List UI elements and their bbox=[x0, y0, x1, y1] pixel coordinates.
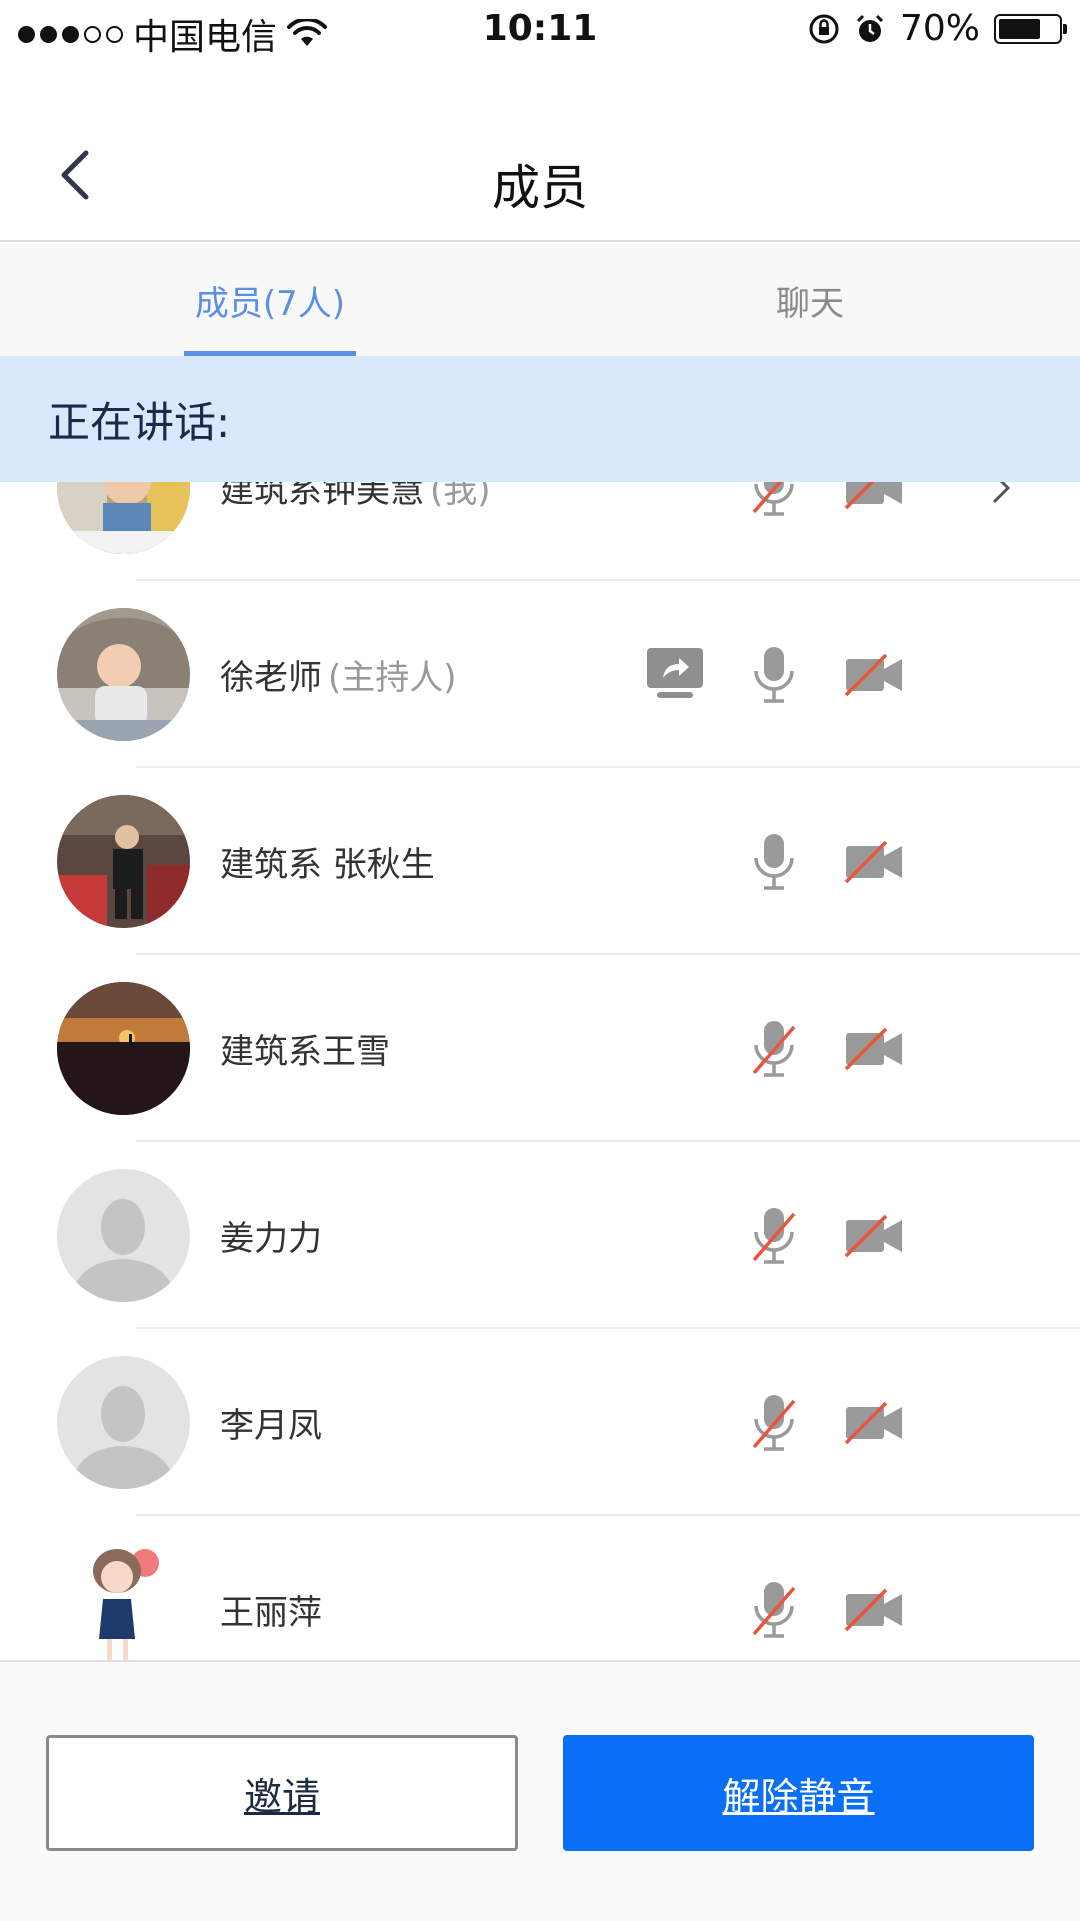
member-name-text: 徐老师 bbox=[220, 658, 322, 698]
camera-off-icon[interactable] bbox=[842, 472, 906, 581]
mic-icon[interactable] bbox=[746, 768, 802, 955]
orientation-lock-icon bbox=[809, 14, 839, 43]
mic-muted-icon[interactable] bbox=[746, 472, 802, 581]
member-name: 建筑系王雪 bbox=[220, 955, 396, 1142]
member-name-text: 建筑系 张秋生 bbox=[220, 845, 435, 885]
speaking-banner: 正在讲话: bbox=[0, 356, 1080, 482]
status-right: 70% bbox=[808, 8, 1067, 49]
alarm-icon bbox=[856, 14, 884, 42]
chevron-right-icon[interactable] bbox=[986, 472, 1016, 581]
camera-off-icon[interactable] bbox=[842, 1142, 906, 1329]
member-name: 建筑系 张秋生 bbox=[220, 768, 441, 955]
tab-members[interactable]: 成员(7人) bbox=[0, 244, 540, 356]
member-name: 李月凤 bbox=[220, 1329, 328, 1516]
bottom-action-bar: 邀请 解除静音 bbox=[0, 1660, 1080, 1921]
member-row[interactable]: 建筑系钟美慧 (我) bbox=[0, 472, 1080, 581]
navigation-bar: 成员 bbox=[0, 60, 1080, 242]
avatar bbox=[57, 608, 190, 741]
mic-muted-icon[interactable] bbox=[746, 1142, 802, 1329]
member-name: 姜力力 bbox=[220, 1142, 328, 1329]
tab-chat[interactable]: 聊天 bbox=[540, 244, 1080, 356]
member-list[interactable]: 建筑系钟美慧 (我) 徐老师 (主持人) 建筑系 张秋生 建筑系王雪 姜力力 李… bbox=[0, 472, 1080, 1660]
member-row[interactable]: 姜力力 bbox=[0, 1142, 1080, 1329]
battery-percent: 70% bbox=[899, 8, 980, 49]
member-row[interactable]: 建筑系 张秋生 bbox=[0, 768, 1080, 955]
member-name: 王丽萍 bbox=[220, 1516, 328, 1660]
page-title: 成员 bbox=[491, 160, 588, 216]
member-row[interactable]: 王丽萍 bbox=[0, 1516, 1080, 1660]
member-name: 徐老师 (主持人) bbox=[220, 581, 457, 768]
member-name-text: 李月凤 bbox=[220, 1406, 322, 1446]
tab-chat-label: 聊天 bbox=[776, 283, 844, 324]
tab-members-label: 成员(7人) bbox=[194, 283, 346, 324]
member-name: 建筑系钟美慧 (我) bbox=[220, 472, 491, 581]
camera-off-icon[interactable] bbox=[842, 581, 906, 768]
unmute-button[interactable]: 解除静音 bbox=[563, 1735, 1034, 1851]
member-name-text: 建筑系王雪 bbox=[220, 1032, 390, 1072]
mic-muted-icon[interactable] bbox=[746, 1329, 802, 1516]
battery-icon bbox=[994, 13, 1067, 44]
mic-muted-icon[interactable] bbox=[746, 1516, 802, 1660]
avatar bbox=[57, 795, 190, 928]
tab-bar: 成员(7人) 聊天 bbox=[0, 244, 1080, 356]
camera-off-icon[interactable] bbox=[842, 768, 906, 955]
speaking-label: 正在讲话: bbox=[48, 397, 231, 447]
member-role: (主持人) bbox=[328, 658, 457, 698]
camera-off-icon[interactable] bbox=[842, 1329, 906, 1516]
member-name-text: 姜力力 bbox=[220, 1219, 322, 1259]
camera-off-icon[interactable] bbox=[842, 955, 906, 1142]
avatar bbox=[57, 472, 190, 554]
member-row[interactable]: 建筑系王雪 bbox=[0, 955, 1080, 1142]
member-name-text: 王丽萍 bbox=[220, 1593, 322, 1633]
member-row[interactable]: 徐老师 (主持人) bbox=[0, 581, 1080, 768]
camera-off-icon[interactable] bbox=[842, 1516, 906, 1660]
status-bar: 中国电信 10:11 70% bbox=[0, 0, 1080, 60]
invite-button[interactable]: 邀请 bbox=[46, 1735, 518, 1851]
mic-muted-icon[interactable] bbox=[746, 955, 802, 1142]
avatar bbox=[57, 1543, 190, 1660]
default-avatar-icon bbox=[57, 1356, 190, 1489]
avatar bbox=[57, 982, 190, 1115]
mic-icon[interactable] bbox=[746, 581, 802, 768]
default-avatar-icon bbox=[57, 1169, 190, 1302]
screen-share-icon[interactable] bbox=[640, 581, 710, 768]
member-row[interactable]: 李月凤 bbox=[0, 1329, 1080, 1516]
